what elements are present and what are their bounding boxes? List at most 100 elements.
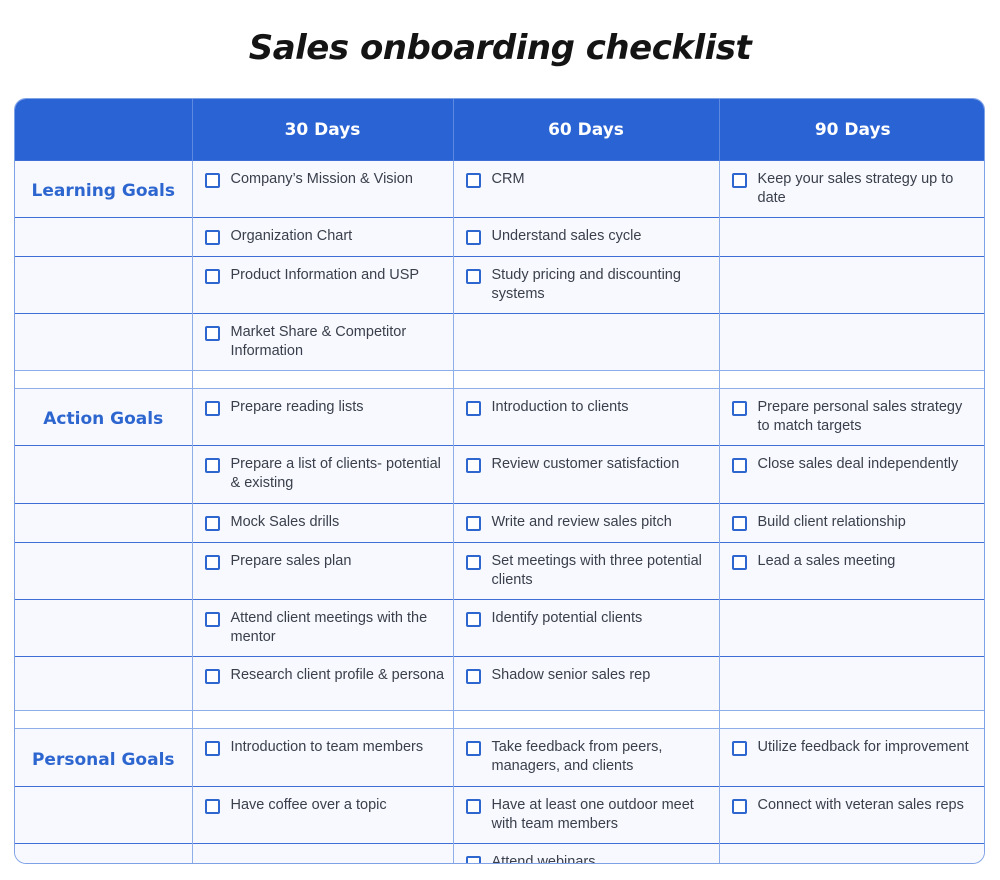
checkbox-icon[interactable] (465, 458, 481, 473)
table-row: Prepare sales plan Set meetings with thre… (15, 542, 985, 600)
checklist-item-label: Market Share & Competitor Information (230, 324, 407, 359)
checklist-item[interactable]: Attend client meetings with the mentor (193, 600, 453, 656)
checklist-cell: Company’s Mission & Vision (191, 160, 453, 218)
group-label-cell (15, 256, 192, 314)
checklist-cell: Have at least one outdoor meet with team… (452, 786, 719, 844)
checklist-item[interactable]: Study pricing and discounting systems (454, 257, 719, 313)
table-row: Prepare a list of clients- potential & e… (15, 445, 985, 504)
checkbox-icon[interactable] (204, 230, 220, 245)
group-label-cell: Action Goals (15, 388, 192, 446)
checkbox-icon[interactable] (731, 741, 747, 756)
checklist-cell: Research client profile & persona (191, 656, 453, 711)
checklist-item-label: Keep your sales strategy up to date (757, 171, 954, 206)
checklist-item[interactable]: Research client profile & persona (193, 657, 453, 694)
checklist-cell: Review customer satisfaction (452, 445, 719, 504)
checkbox-icon[interactable] (731, 555, 747, 570)
checklist-item[interactable]: CRM (454, 161, 719, 198)
group-label-cell: Personal Goals (15, 728, 192, 787)
checklist-item[interactable]: Keep your sales strategy up to date (720, 161, 985, 217)
checkbox-icon[interactable] (204, 269, 220, 284)
checklist-item[interactable]: Attend webinars (454, 844, 719, 863)
checkbox-icon[interactable] (731, 799, 747, 814)
checklist-item[interactable]: Have coffee over a topic (193, 787, 453, 824)
checkbox-icon[interactable] (204, 173, 220, 188)
checklist-cell: Attend client meetings with the mentor (191, 599, 453, 657)
checkbox-icon[interactable] (731, 458, 747, 473)
checklist-item[interactable]: Mock Sales drills (193, 504, 453, 541)
checklist-item[interactable]: Organization Chart (193, 218, 453, 255)
checkbox-icon[interactable] (465, 401, 481, 416)
header-30-days: 30 Days (191, 99, 453, 161)
checklist-item[interactable]: Product Information and USP (193, 257, 453, 294)
checklist-item[interactable]: Identify potential clients (454, 600, 719, 637)
checkbox-icon[interactable] (204, 741, 220, 756)
checklist-item[interactable]: Prepare personal sales strategy to match… (720, 389, 985, 445)
checkbox-icon[interactable] (204, 612, 220, 627)
checklist-item-label: Build client relationship (757, 514, 906, 530)
checklist-item-label: Have at least one outdoor meet with team… (491, 797, 694, 832)
checkbox-icon[interactable] (204, 458, 220, 473)
header-90-days: 90 Days (718, 99, 984, 161)
checkbox-icon[interactable] (204, 401, 220, 416)
checklist-item[interactable]: Write and review sales pitch (454, 504, 719, 541)
checkbox-icon[interactable] (465, 799, 481, 814)
checklist-item[interactable]: Prepare a list of clients- potential & e… (193, 446, 453, 502)
checkbox-icon[interactable] (465, 230, 481, 245)
checklist-item-label: Prepare reading lists (230, 399, 364, 415)
checklist-item[interactable]: Have at least one outdoor meet with team… (454, 787, 719, 843)
checklist-cell: Close sales deal independently (718, 445, 985, 504)
checklist-item[interactable]: Prepare reading lists (193, 389, 453, 426)
group-label-cell (15, 445, 192, 504)
checklist-item-label: Introduction to team members (230, 739, 424, 755)
checklist-item[interactable]: Take feedback from peers, managers, and … (454, 729, 719, 785)
group-label: Learning Goals (31, 181, 175, 201)
checklist-item[interactable]: Prepare sales plan (193, 543, 453, 580)
group-spacer (15, 710, 984, 729)
checklist-item[interactable]: Understand sales cycle (454, 218, 719, 255)
checkbox-icon[interactable] (465, 856, 481, 863)
checklist-item[interactable]: Lead a sales meeting (720, 543, 985, 580)
checkbox-icon[interactable] (204, 516, 220, 531)
table-row: Product Information and USP Study pricing… (15, 256, 984, 314)
checklist-item[interactable]: Connect with veteran sales reps (720, 787, 985, 824)
checklist-item[interactable]: Shadow senior sales rep (454, 657, 719, 694)
checkbox-icon[interactable] (465, 269, 481, 284)
checklist-item-label: Review customer satisfaction (491, 456, 680, 472)
checkbox-icon[interactable] (465, 669, 481, 684)
checklist-item[interactable]: Market Share & Competitor Information (193, 314, 453, 370)
checkbox-icon[interactable] (465, 173, 481, 188)
checkbox-icon[interactable] (731, 401, 747, 416)
checklist-cell: Write and review sales pitch (452, 503, 719, 543)
checklist-item[interactable]: Company’s Mission & Vision (193, 161, 453, 198)
checklist-item-label: Study pricing and discounting systems (491, 267, 681, 302)
checklist-item[interactable]: Introduction to team members (193, 729, 453, 766)
checklist-item[interactable]: Introduction to clients (454, 389, 719, 426)
checkbox-icon[interactable] (204, 326, 220, 341)
checkbox-icon[interactable] (465, 741, 481, 756)
checkbox-icon[interactable] (731, 516, 747, 531)
checkbox-icon[interactable] (204, 799, 220, 814)
checklist-item-label: Set meetings with three potential client… (491, 553, 702, 588)
checkbox-icon[interactable] (204, 669, 220, 684)
checklist-item-label: Understand sales cycle (491, 228, 642, 244)
checkbox-icon[interactable] (731, 173, 747, 188)
checkbox-icon[interactable] (204, 555, 220, 570)
spacer-cell (191, 370, 453, 389)
checklist-cell: Study pricing and discounting systems (452, 256, 719, 314)
checklist-cell: Introduction to clients (452, 388, 719, 446)
checklist-cell: Prepare personal sales strategy to match… (718, 388, 985, 446)
checkbox-icon[interactable] (465, 516, 481, 531)
checklist-item[interactable]: Build client relationship (720, 504, 985, 541)
checklist-cell: Attend webinars (452, 843, 719, 863)
checklist-cell (718, 843, 984, 863)
checklist-item[interactable]: Review customer satisfaction (454, 446, 719, 483)
group-label-cell (15, 313, 192, 371)
checklist-item[interactable]: Close sales deal independently (720, 446, 985, 483)
checklist-cell: Mock Sales drills (191, 503, 453, 543)
group-spacer (15, 370, 984, 389)
checkbox-icon[interactable] (465, 612, 481, 627)
checklist-item[interactable]: Set meetings with three potential client… (454, 543, 719, 599)
checklist-item[interactable]: Utilize feedback for improvement (720, 729, 985, 766)
group-label: Action Goals (43, 409, 164, 429)
checkbox-icon[interactable] (465, 555, 481, 570)
